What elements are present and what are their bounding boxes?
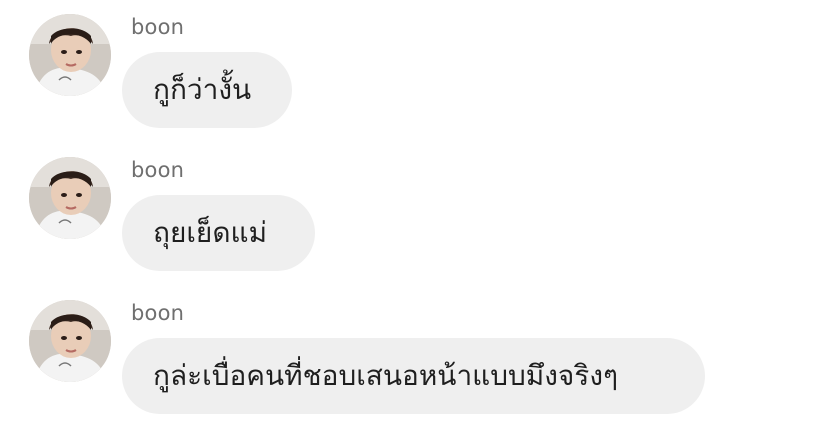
profile-photo-icon	[29, 157, 111, 239]
message-bubble[interactable]: ถุยเย็ดแม่	[122, 195, 315, 271]
message-bubble[interactable]: กูก็ว่างั้น	[122, 52, 292, 128]
message-text: ถุยเย็ดแม่	[153, 216, 268, 249]
sender-name: boon	[131, 301, 185, 325]
profile-photo-icon	[29, 300, 111, 382]
message-row: boon กูก็ว่างั้น	[0, 12, 828, 132]
sender-name: boon	[131, 15, 185, 39]
message-bubble[interactable]: กูล่ะเบื่อคนที่ชอบเสนอหน้าแบบมึงจริงๆ	[122, 338, 705, 414]
message-text: กูล่ะเบื่อคนที่ชอบเสนอหน้าแบบมึงจริงๆ	[153, 359, 619, 392]
sender-name: boon	[131, 158, 185, 182]
message-row: boon กูล่ะเบื่อคนที่ชอบเสนอหน้าแบบมึงจริ…	[0, 298, 828, 418]
avatar[interactable]	[29, 157, 111, 239]
avatar[interactable]	[29, 300, 111, 382]
message-row: boon ถุยเย็ดแม่	[0, 155, 828, 275]
avatar[interactable]	[29, 14, 111, 96]
message-text: กูก็ว่างั้น	[153, 73, 252, 106]
profile-photo-icon	[29, 14, 111, 96]
